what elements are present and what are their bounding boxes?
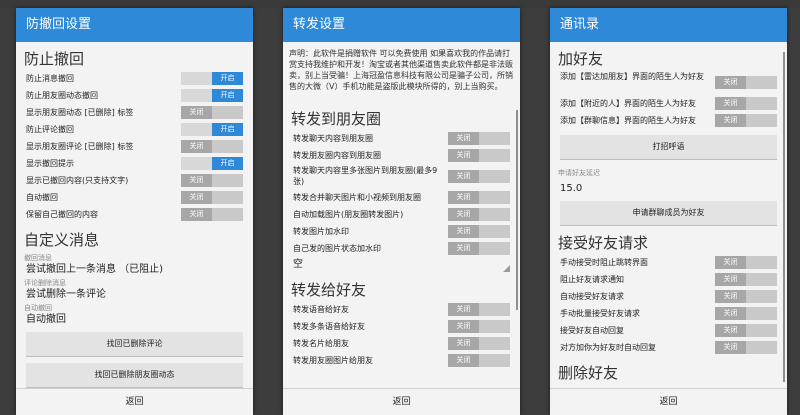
toggle-switch[interactable]: 关闭 xyxy=(715,97,777,110)
recall-message-field[interactable]: 尝试撤回上一条消息 （已阻止) xyxy=(16,263,253,276)
setting-row[interactable]: 转发图片加水印 关闭 xyxy=(283,223,520,240)
disclaimer-text: 声明：此软件是捐赠软件 可以免费使用 如果喜欢我的作品请打赏支持我维护和开发！淘… xyxy=(289,49,513,91)
toggle-switch[interactable]: 关闭 xyxy=(448,149,510,162)
toggle-switch[interactable]: 开启 xyxy=(181,157,243,170)
toggle-switch[interactable]: 开启 xyxy=(181,89,243,102)
toggle-switch[interactable]: 关闭 xyxy=(181,208,243,221)
background-app-strip xyxy=(785,8,800,415)
setting-row[interactable]: 显示朋友圈评论 [已删除] 标签 关闭 xyxy=(16,138,253,155)
section-title: 加好友 xyxy=(558,50,604,68)
setting-row[interactable]: 对方加你为好友时自动回复 关闭 xyxy=(550,339,787,356)
setting-row[interactable]: 接受好友自动回复 关闭 xyxy=(550,322,787,339)
toggle-switch[interactable]: 关闭 xyxy=(448,170,510,183)
setting-row[interactable]: 防止朋友圈动态撤回 开启 xyxy=(16,87,253,104)
back-button[interactable]: 返回 xyxy=(16,388,253,415)
request-group-members-button[interactable]: 申请群聊成员为好友 xyxy=(560,201,777,226)
setting-row[interactable]: 防止评论撤回 开启 xyxy=(16,121,253,138)
toggle-switch[interactable]: 关闭 xyxy=(448,191,510,204)
field-caption: 评论删除消息 xyxy=(24,279,66,287)
setting-row[interactable]: 防止消息撤回 开启 xyxy=(16,70,253,87)
dialog-title: 转发设置 xyxy=(283,8,520,42)
setting-row[interactable]: 阻止好友请求通知 关闭 xyxy=(550,271,787,288)
scrollbar[interactable] xyxy=(783,52,785,382)
toggle-switch[interactable]: 关闭 xyxy=(448,354,510,367)
toggle-switch[interactable]: 关闭 xyxy=(715,290,777,303)
setting-row[interactable]: 自动撤回 关闭 xyxy=(16,189,253,206)
toggle-switch[interactable]: 关闭 xyxy=(715,114,777,127)
background-app-strip xyxy=(520,8,550,415)
toggle-switch[interactable]: 关闭 xyxy=(715,256,777,269)
background-app-strip xyxy=(0,8,16,415)
toggle-switch[interactable]: 关闭 xyxy=(715,273,777,286)
forward-settings-dialog: 转发设置 声明：此软件是捐赠软件 可以免费使用 如果喜欢我的作品请打赏支持我维护… xyxy=(283,8,520,415)
section-title: 自定义消息 xyxy=(24,231,100,249)
dialog-title: 防撤回设置 xyxy=(16,8,253,42)
toggle-switch[interactable]: 关闭 xyxy=(715,307,777,320)
recover-comments-button[interactable]: 找回已删除评论 xyxy=(26,332,243,357)
toggle-switch[interactable]: 关闭 xyxy=(181,140,243,153)
section-title: 接受好友请求 xyxy=(558,234,649,252)
setting-row[interactable]: 转发名片给朋友 关闭 xyxy=(283,335,520,352)
toggle-switch[interactable]: 关闭 xyxy=(181,174,243,187)
toggle-switch[interactable]: 关闭 xyxy=(448,242,510,255)
back-button[interactable]: 返回 xyxy=(550,388,787,415)
field-caption: 申请好友延迟 xyxy=(558,169,600,177)
setting-row[interactable]: 转发朋友圈图片给朋友 关闭 xyxy=(283,352,520,369)
scrollbar[interactable] xyxy=(516,110,518,310)
dialog-title: 通讯录 xyxy=(550,8,787,42)
back-button[interactable]: 返回 xyxy=(283,388,520,415)
greeting-button[interactable]: 打招呼语 xyxy=(560,135,777,160)
toggle-switch[interactable]: 关闭 xyxy=(715,341,777,354)
contacts-dialog: 通讯录 加好友 添加【雷达加朋友】界面的陌生人为好友 关闭 添加【附近的人】界面的… xyxy=(550,8,787,415)
auto-recall-message-field[interactable]: 自动撤回 xyxy=(16,313,253,326)
resize-corner-icon xyxy=(503,265,510,272)
toggle-switch[interactable]: 关闭 xyxy=(181,106,243,119)
recover-moments-button[interactable]: 找回已删除朋友圈动态 xyxy=(26,363,243,388)
setting-row[interactable]: 显示已撤回内容(只支持文字) 关闭 xyxy=(16,172,253,189)
setting-row[interactable]: 转发朋友圈内容到朋友圈 关闭 xyxy=(283,147,520,164)
setting-row[interactable]: 手动批量接受好友请求 关闭 xyxy=(550,305,787,322)
toggle-switch[interactable]: 关闭 xyxy=(715,324,777,337)
setting-row[interactable]: 添加【群聊信息】界面的陌生人为好友 关闭 xyxy=(550,112,787,129)
delay-field[interactable]: 15.0 xyxy=(550,182,787,195)
toggle-switch[interactable]: 关闭 xyxy=(448,303,510,316)
watermark-text-field[interactable]: 空 xyxy=(283,257,520,273)
setting-row[interactable]: 添加【雷达加朋友】界面的陌生人为好友 关闭 xyxy=(550,70,787,95)
setting-row[interactable]: 转发语音给好友 关闭 xyxy=(283,301,520,318)
setting-row[interactable]: 自己发的图片状态加水印 关闭 xyxy=(283,240,520,257)
toggle-switch[interactable]: 关闭 xyxy=(448,132,510,145)
setting-row[interactable]: 显示朋友圈动态 [已删除] 标签 关闭 xyxy=(16,104,253,121)
section-title: 转发到朋友圈 xyxy=(291,110,382,128)
section-title: 转发给好友 xyxy=(291,281,367,299)
setting-row[interactable]: 保留自己撤回的内容 关闭 xyxy=(16,206,253,223)
toggle-switch[interactable]: 关闭 xyxy=(448,208,510,221)
section-title: 删除好友 xyxy=(558,364,619,382)
toggle-switch[interactable]: 关闭 xyxy=(448,337,510,350)
toggle-switch[interactable]: 开启 xyxy=(181,72,243,85)
setting-row[interactable]: 转发合并聊天图片和小视频到朋友圈 关闭 xyxy=(283,189,520,206)
setting-row[interactable]: 转发聊天内容到朋友圈 关闭 xyxy=(283,130,520,147)
toggle-switch[interactable]: 关闭 xyxy=(448,320,510,333)
setting-row[interactable]: 自动加载图片(朋友圈转发图片) 关闭 xyxy=(283,206,520,223)
field-caption: 撤回消息 xyxy=(24,254,52,262)
section-title: 防止撤回 xyxy=(24,50,85,68)
status-bar xyxy=(0,0,800,8)
field-caption: 自动撤回 xyxy=(24,304,52,312)
comment-delete-message-field[interactable]: 尝试删除一条评论 xyxy=(16,288,253,301)
toggle-switch[interactable]: 关闭 xyxy=(448,225,510,238)
anti-recall-dialog: 防撤回设置 防止撤回 防止消息撤回 开启 防止朋友圈动态撤回 开启 显示朋友圈动态 … xyxy=(16,8,253,415)
background-app-strip xyxy=(253,8,283,415)
setting-row[interactable]: 手动接受时阻止跳转界面 关闭 xyxy=(550,254,787,271)
toggle-switch[interactable]: 开启 xyxy=(181,123,243,136)
setting-row[interactable]: 添加【附近的人】界面的陌生人为好友 关闭 xyxy=(550,95,787,112)
setting-row[interactable]: 显示撤回提示 开启 xyxy=(16,155,253,172)
setting-row[interactable]: 自动接受好友请求 关闭 xyxy=(550,288,787,305)
toggle-switch[interactable]: 关闭 xyxy=(715,76,777,89)
setting-row[interactable]: 转发多条语音给好友 关闭 xyxy=(283,318,520,335)
toggle-switch[interactable]: 关闭 xyxy=(181,191,243,204)
setting-row[interactable]: 转发聊天内容里多张图片到朋友圈(最多9张) 关闭 xyxy=(283,164,520,189)
